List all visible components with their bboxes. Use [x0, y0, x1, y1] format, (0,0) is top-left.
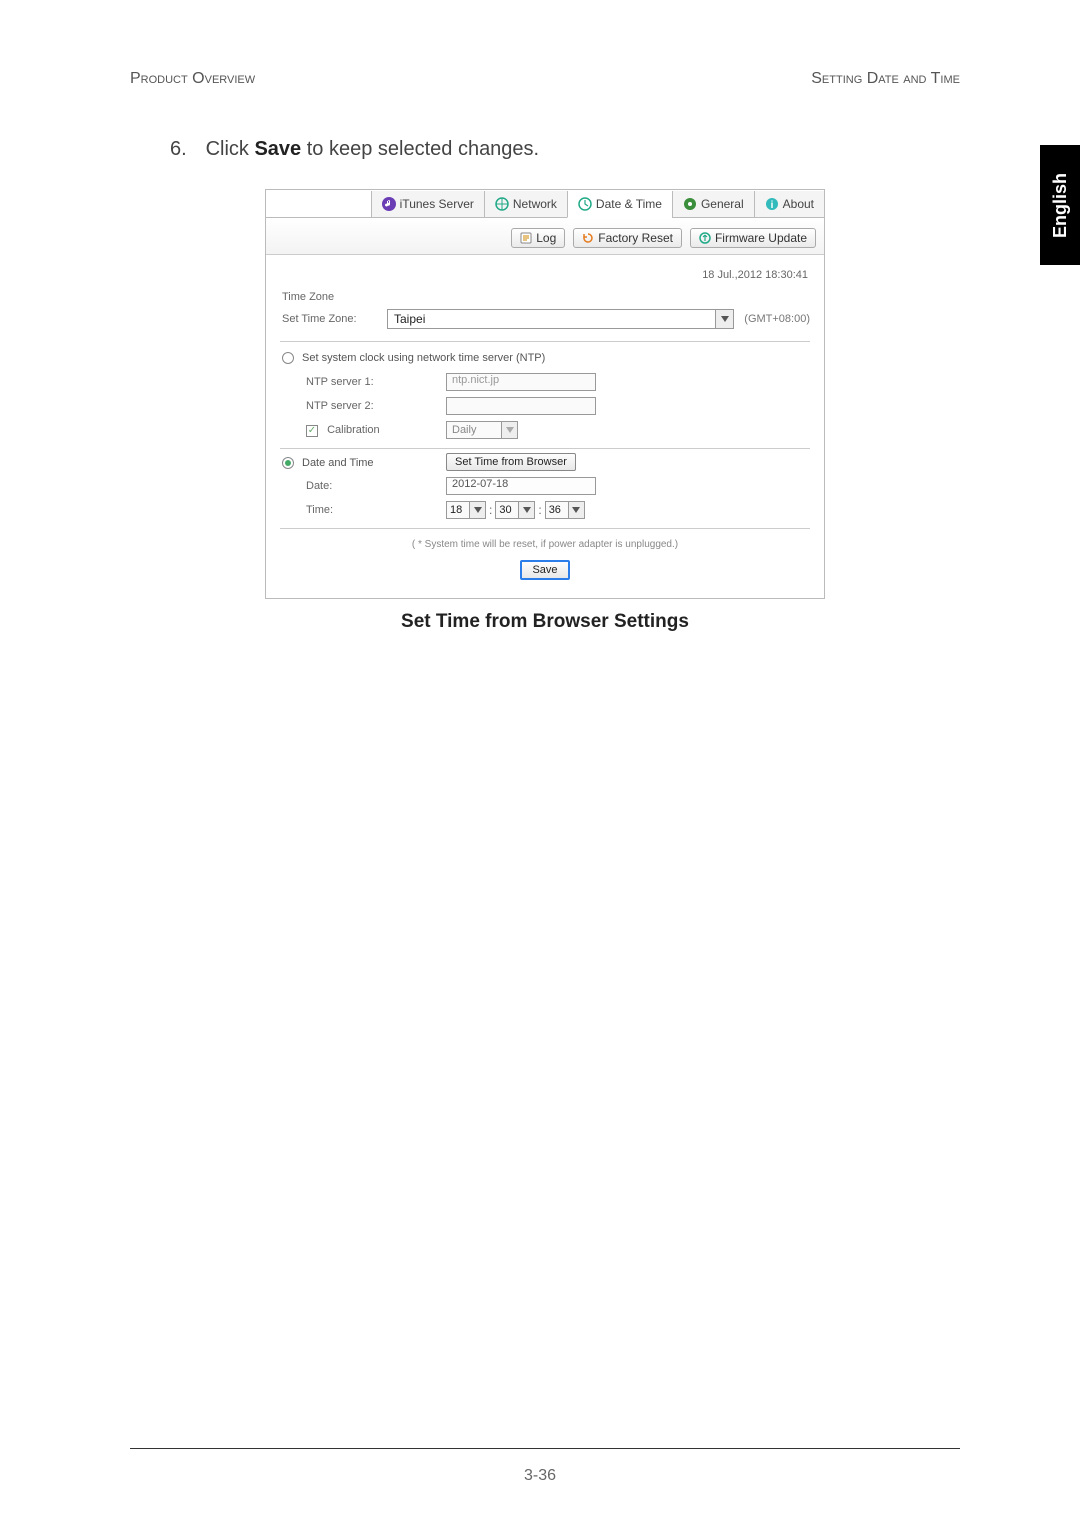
tab-label: iTunes Server — [400, 197, 474, 211]
radio-date-time[interactable] — [282, 457, 294, 469]
set-timezone-label: Set Time Zone: — [282, 313, 377, 325]
time-colon: : — [535, 503, 544, 517]
instruction-post: to keep selected changes. — [301, 138, 539, 160]
ntp-server1-label: NTP server 1: — [306, 376, 446, 388]
calibration-select[interactable]: Daily — [446, 421, 518, 439]
gear-icon — [683, 197, 697, 211]
date-row: Date: 2012-07-18 — [280, 474, 810, 498]
header-left: Product Overview — [130, 70, 255, 88]
svg-text:i: i — [770, 200, 773, 211]
calibration-label: Calibration — [327, 424, 380, 436]
minute-value: 30 — [496, 504, 518, 516]
calibration-label-wrap: Calibration — [306, 424, 446, 437]
time-label: Time: — [306, 504, 446, 516]
log-icon — [520, 232, 532, 244]
subtab-factory-reset[interactable]: Factory Reset — [573, 228, 682, 248]
tab-label: About — [783, 197, 814, 211]
tab-date-time[interactable]: Date & Time — [567, 191, 672, 218]
timezone-section-label: Time Zone — [280, 291, 810, 303]
timezone-gmt-offset: (GMT+08:00) — [744, 313, 810, 325]
save-button[interactable]: Save — [520, 560, 569, 580]
subtab-label: Factory Reset — [598, 231, 673, 245]
chevron-down-icon — [501, 422, 517, 438]
timezone-row: Set Time Zone: Taipei (GMT+08:00) — [280, 309, 810, 342]
chevron-down-icon — [518, 502, 534, 518]
date-time-radio-label: Date and Time — [302, 457, 374, 469]
timezone-select[interactable]: Taipei — [387, 309, 734, 329]
footnote: ( * System time will be reset, if power … — [280, 535, 810, 560]
hour-select[interactable]: 18 — [446, 501, 486, 519]
tab-label: Date & Time — [596, 197, 662, 211]
ntp-server1-input[interactable]: ntp.nict.jp — [446, 373, 596, 391]
tab-general[interactable]: General — [672, 191, 754, 218]
reset-icon — [582, 232, 594, 244]
tab-network[interactable]: Network — [484, 191, 567, 218]
ntp-radio-label: Set system clock using network time serv… — [302, 352, 545, 364]
hour-value: 18 — [447, 504, 469, 516]
minute-select[interactable]: 30 — [495, 501, 535, 519]
subtab-log[interactable]: Log — [511, 228, 565, 248]
chevron-down-icon — [568, 502, 584, 518]
page-number: 3-36 — [0, 1467, 1080, 1485]
ntp-server2-label: NTP server 2: — [306, 400, 446, 412]
settings-panel: iTunes Server Network Date & Time Genera… — [265, 189, 825, 599]
instruction-pre: Click — [206, 138, 255, 160]
section-divider — [280, 528, 810, 529]
footer-rule — [130, 1448, 960, 1449]
ntp-server1-row: NTP server 1: ntp.nict.jp — [280, 370, 810, 394]
music-note-icon — [382, 197, 396, 211]
radio-ntp[interactable] — [282, 352, 294, 364]
chevron-down-icon — [715, 310, 733, 328]
info-icon: i — [765, 197, 779, 211]
instruction-step: 6. Click Save to keep selected changes. — [170, 138, 960, 161]
header-right: Setting Date and Time — [811, 70, 960, 88]
time-colon: : — [486, 503, 495, 517]
clock-icon — [578, 197, 592, 211]
set-time-from-browser-button[interactable]: Set Time from Browser — [446, 453, 576, 471]
page-header: Product Overview Setting Date and Time — [130, 70, 960, 88]
date-input[interactable]: 2012-07-18 — [446, 477, 596, 495]
second-value: 36 — [546, 504, 568, 516]
subtab-label: Firmware Update — [715, 231, 807, 245]
tab-about[interactable]: i About — [754, 191, 824, 218]
time-row: Time: 18 : 30 : 36 — [280, 498, 810, 522]
date-label: Date: — [306, 480, 446, 492]
ntp-radio-row[interactable]: Set system clock using network time serv… — [280, 350, 810, 370]
ntp-server2-row: NTP server 2: — [280, 394, 810, 418]
timezone-value: Taipei — [388, 312, 715, 326]
document-page: Product Overview Setting Date and Time E… — [0, 0, 1080, 1527]
section-divider — [280, 448, 810, 449]
current-datetime: 18 Jul.,2012 18:30:41 — [280, 265, 810, 291]
main-tabs: iTunes Server Network Date & Time Genera… — [266, 190, 824, 218]
subtab-label: Log — [536, 231, 556, 245]
figure-caption: Set Time from Browser Settings — [130, 611, 960, 633]
calibration-checkbox[interactable] — [306, 425, 318, 437]
calibration-value: Daily — [447, 424, 501, 436]
subtab-firmware-update[interactable]: Firmware Update — [690, 228, 816, 248]
language-tab-label: English — [1050, 172, 1071, 237]
second-select[interactable]: 36 — [545, 501, 585, 519]
calibration-row: Calibration Daily — [280, 418, 810, 442]
sub-tabs: Log Factory Reset Firmware Update — [266, 218, 824, 255]
tab-label: Network — [513, 197, 557, 211]
panel-body: 18 Jul.,2012 18:30:41 Time Zone Set Time… — [266, 255, 824, 598]
ntp-server2-input[interactable] — [446, 397, 596, 415]
instruction-number: 6. — [170, 138, 200, 161]
instruction-bold: Save — [254, 138, 301, 160]
language-tab: English — [1040, 145, 1080, 265]
network-icon — [495, 197, 509, 211]
chevron-down-icon — [469, 502, 485, 518]
update-icon — [699, 232, 711, 244]
save-row: Save — [280, 560, 810, 584]
tab-itunes-server[interactable]: iTunes Server — [371, 191, 484, 218]
tab-label: General — [701, 197, 744, 211]
